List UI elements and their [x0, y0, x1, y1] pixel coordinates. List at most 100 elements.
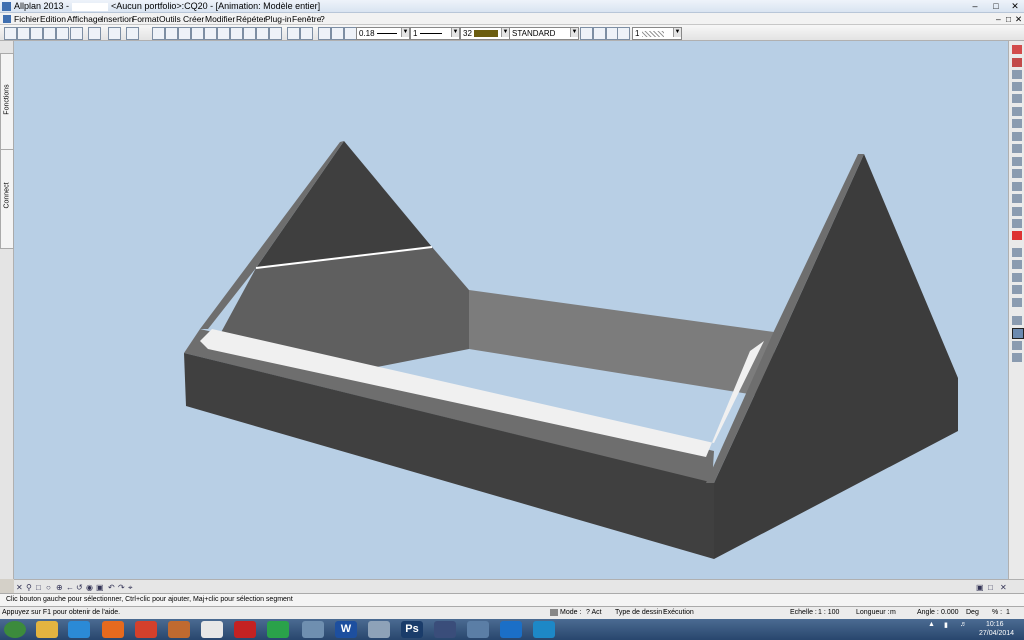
media-player-icon[interactable]	[201, 621, 223, 638]
3d-model-canvas[interactable]	[14, 41, 1008, 579]
photoshop-icon[interactable]: Ps	[401, 621, 423, 638]
monitor-icon[interactable]	[368, 621, 390, 638]
offset-tool-icon[interactable]	[1012, 94, 1022, 103]
preview-icon[interactable]	[88, 27, 101, 40]
mdi-minimize-icon[interactable]: –	[996, 14, 1001, 24]
regen-icon[interactable]: ↺	[76, 583, 83, 592]
pencil-icon[interactable]	[331, 27, 344, 40]
firefox-icon[interactable]	[102, 621, 124, 638]
orbit-icon[interactable]: ○	[46, 583, 51, 592]
open-project-icon[interactable]	[17, 27, 30, 40]
menu-outils[interactable]: Outils	[159, 14, 181, 24]
color-select[interactable]: 32 ▼	[460, 27, 510, 40]
tab-fonctions[interactable]: Fonctions	[0, 53, 14, 153]
tray-arrow-icon[interactable]: ▲	[928, 621, 935, 628]
undo-view-icon[interactable]: ↶	[108, 583, 115, 592]
ccleaner-icon[interactable]	[234, 621, 256, 638]
mirror-icon[interactable]	[230, 27, 243, 40]
tray-network-icon[interactable]: ▮	[944, 621, 948, 629]
save-icon[interactable]	[43, 27, 56, 40]
line-type-select[interactable]: 1 ▼	[410, 27, 460, 40]
close-icon[interactable]: ✕	[1008, 1, 1022, 11]
delete-tool-icon[interactable]	[1012, 231, 1022, 240]
options-icon[interactable]: ⌖	[128, 583, 133, 593]
rotate-icon[interactable]	[217, 27, 230, 40]
stairs-tool-icon[interactable]	[1012, 157, 1022, 166]
animation-viewport[interactable]	[14, 41, 1008, 579]
clock-time[interactable]: 10:16	[986, 621, 1004, 628]
mdi-restore-icon[interactable]: □	[1006, 14, 1011, 24]
cut-icon[interactable]	[152, 27, 165, 40]
menu-fenetre[interactable]: Fenêtre	[292, 14, 321, 24]
filter-tool-icon[interactable]	[1012, 353, 1022, 362]
menu-format[interactable]: Format	[132, 14, 159, 24]
line-tool-icon[interactable]	[1012, 70, 1022, 79]
check-tool-icon[interactable]	[1012, 285, 1022, 294]
menu-help[interactable]: ?	[320, 14, 325, 24]
new-file-icon[interactable]	[4, 27, 17, 40]
zoom-window-icon[interactable]: ⚲	[26, 583, 32, 592]
print-icon[interactable]	[56, 27, 69, 40]
pen-tool-icon[interactable]	[1012, 58, 1022, 67]
start-orb-icon[interactable]	[4, 621, 26, 638]
transfer-tool-icon[interactable]	[1012, 207, 1022, 216]
angle-value[interactable]: 0.000	[941, 609, 959, 616]
hatch-icon[interactable]	[617, 27, 630, 40]
pan-icon[interactable]: ⊕	[56, 583, 63, 592]
zoom-tool-icon[interactable]	[1012, 298, 1022, 307]
menu-creer[interactable]: Créer	[183, 14, 204, 24]
redo-icon[interactable]	[126, 27, 139, 40]
layer-visibility-icon[interactable]	[580, 27, 593, 40]
window-tool-icon[interactable]	[1012, 194, 1022, 203]
minimize-icon[interactable]: –	[968, 1, 982, 11]
undo-icon[interactable]	[108, 27, 121, 40]
layers-tool-icon[interactable]	[1012, 169, 1022, 178]
copy-icon[interactable]	[165, 27, 178, 40]
close-view-icon[interactable]: ✕	[16, 583, 23, 592]
menu-repeter[interactable]: Répéter	[236, 14, 266, 24]
scene-icon[interactable]: ▣	[96, 583, 104, 592]
pen-thickness-select[interactable]: 0.18 ▼	[356, 27, 410, 40]
layer-icon[interactable]	[287, 27, 300, 40]
mode-value[interactable]: ? Act	[586, 609, 602, 616]
eraser-icon[interactable]	[1012, 45, 1022, 54]
percent-value[interactable]: 1	[1006, 609, 1010, 616]
layer-select[interactable]: STANDARD ▼	[509, 27, 579, 40]
maximize-view-icon[interactable]: ▣	[976, 583, 984, 592]
paste-icon[interactable]	[178, 27, 191, 40]
menu-plugin[interactable]: Plug-in	[265, 14, 291, 24]
menu-edition[interactable]: Edition	[40, 14, 66, 24]
previous-view-icon[interactable]: ←	[66, 583, 74, 592]
modify-icon[interactable]	[256, 27, 269, 40]
mdi-close-icon[interactable]: ✕	[1015, 14, 1022, 25]
section-tool-icon[interactable]	[1012, 316, 1022, 325]
pipette-icon[interactable]	[1012, 248, 1022, 257]
menu-modifier[interactable]: Modifier	[205, 14, 235, 24]
dimension-tool-icon[interactable]	[1012, 260, 1022, 269]
tab-connect[interactable]: Connect	[0, 149, 14, 249]
delete-icon[interactable]	[191, 27, 204, 40]
plot-icon[interactable]	[70, 27, 83, 40]
bulb-icon[interactable]	[593, 27, 606, 40]
redo-view-icon[interactable]: ↷	[118, 583, 125, 592]
close-window-icon[interactable]: ✕	[1000, 583, 1007, 592]
ie-icon[interactable]	[68, 621, 90, 638]
restore-view-icon[interactable]: □	[988, 583, 993, 592]
cinema4d-icon[interactable]	[434, 621, 456, 638]
menu-insertion[interactable]: Insertion	[101, 14, 134, 24]
camera-icon[interactable]: ◉	[86, 583, 93, 592]
mirror-tool-icon[interactable]	[1012, 107, 1022, 116]
settings-icon[interactable]	[302, 621, 324, 638]
open-file-icon[interactable]	[30, 27, 43, 40]
stack-tool-icon[interactable]	[1012, 144, 1022, 153]
format-icon[interactable]	[269, 27, 282, 40]
pen-icon[interactable]	[318, 27, 331, 40]
align-tool-icon[interactable]	[1012, 132, 1022, 141]
compass-icon[interactable]	[267, 621, 289, 638]
zoom-icon[interactable]	[300, 27, 313, 40]
teamviewer-icon[interactable]	[500, 621, 522, 638]
copy-tool-icon[interactable]	[1012, 119, 1022, 128]
parallel-tool-icon[interactable]	[1012, 82, 1022, 91]
plane-icon[interactable]	[533, 621, 555, 638]
tray-volume-icon[interactable]: ♬	[960, 621, 967, 628]
